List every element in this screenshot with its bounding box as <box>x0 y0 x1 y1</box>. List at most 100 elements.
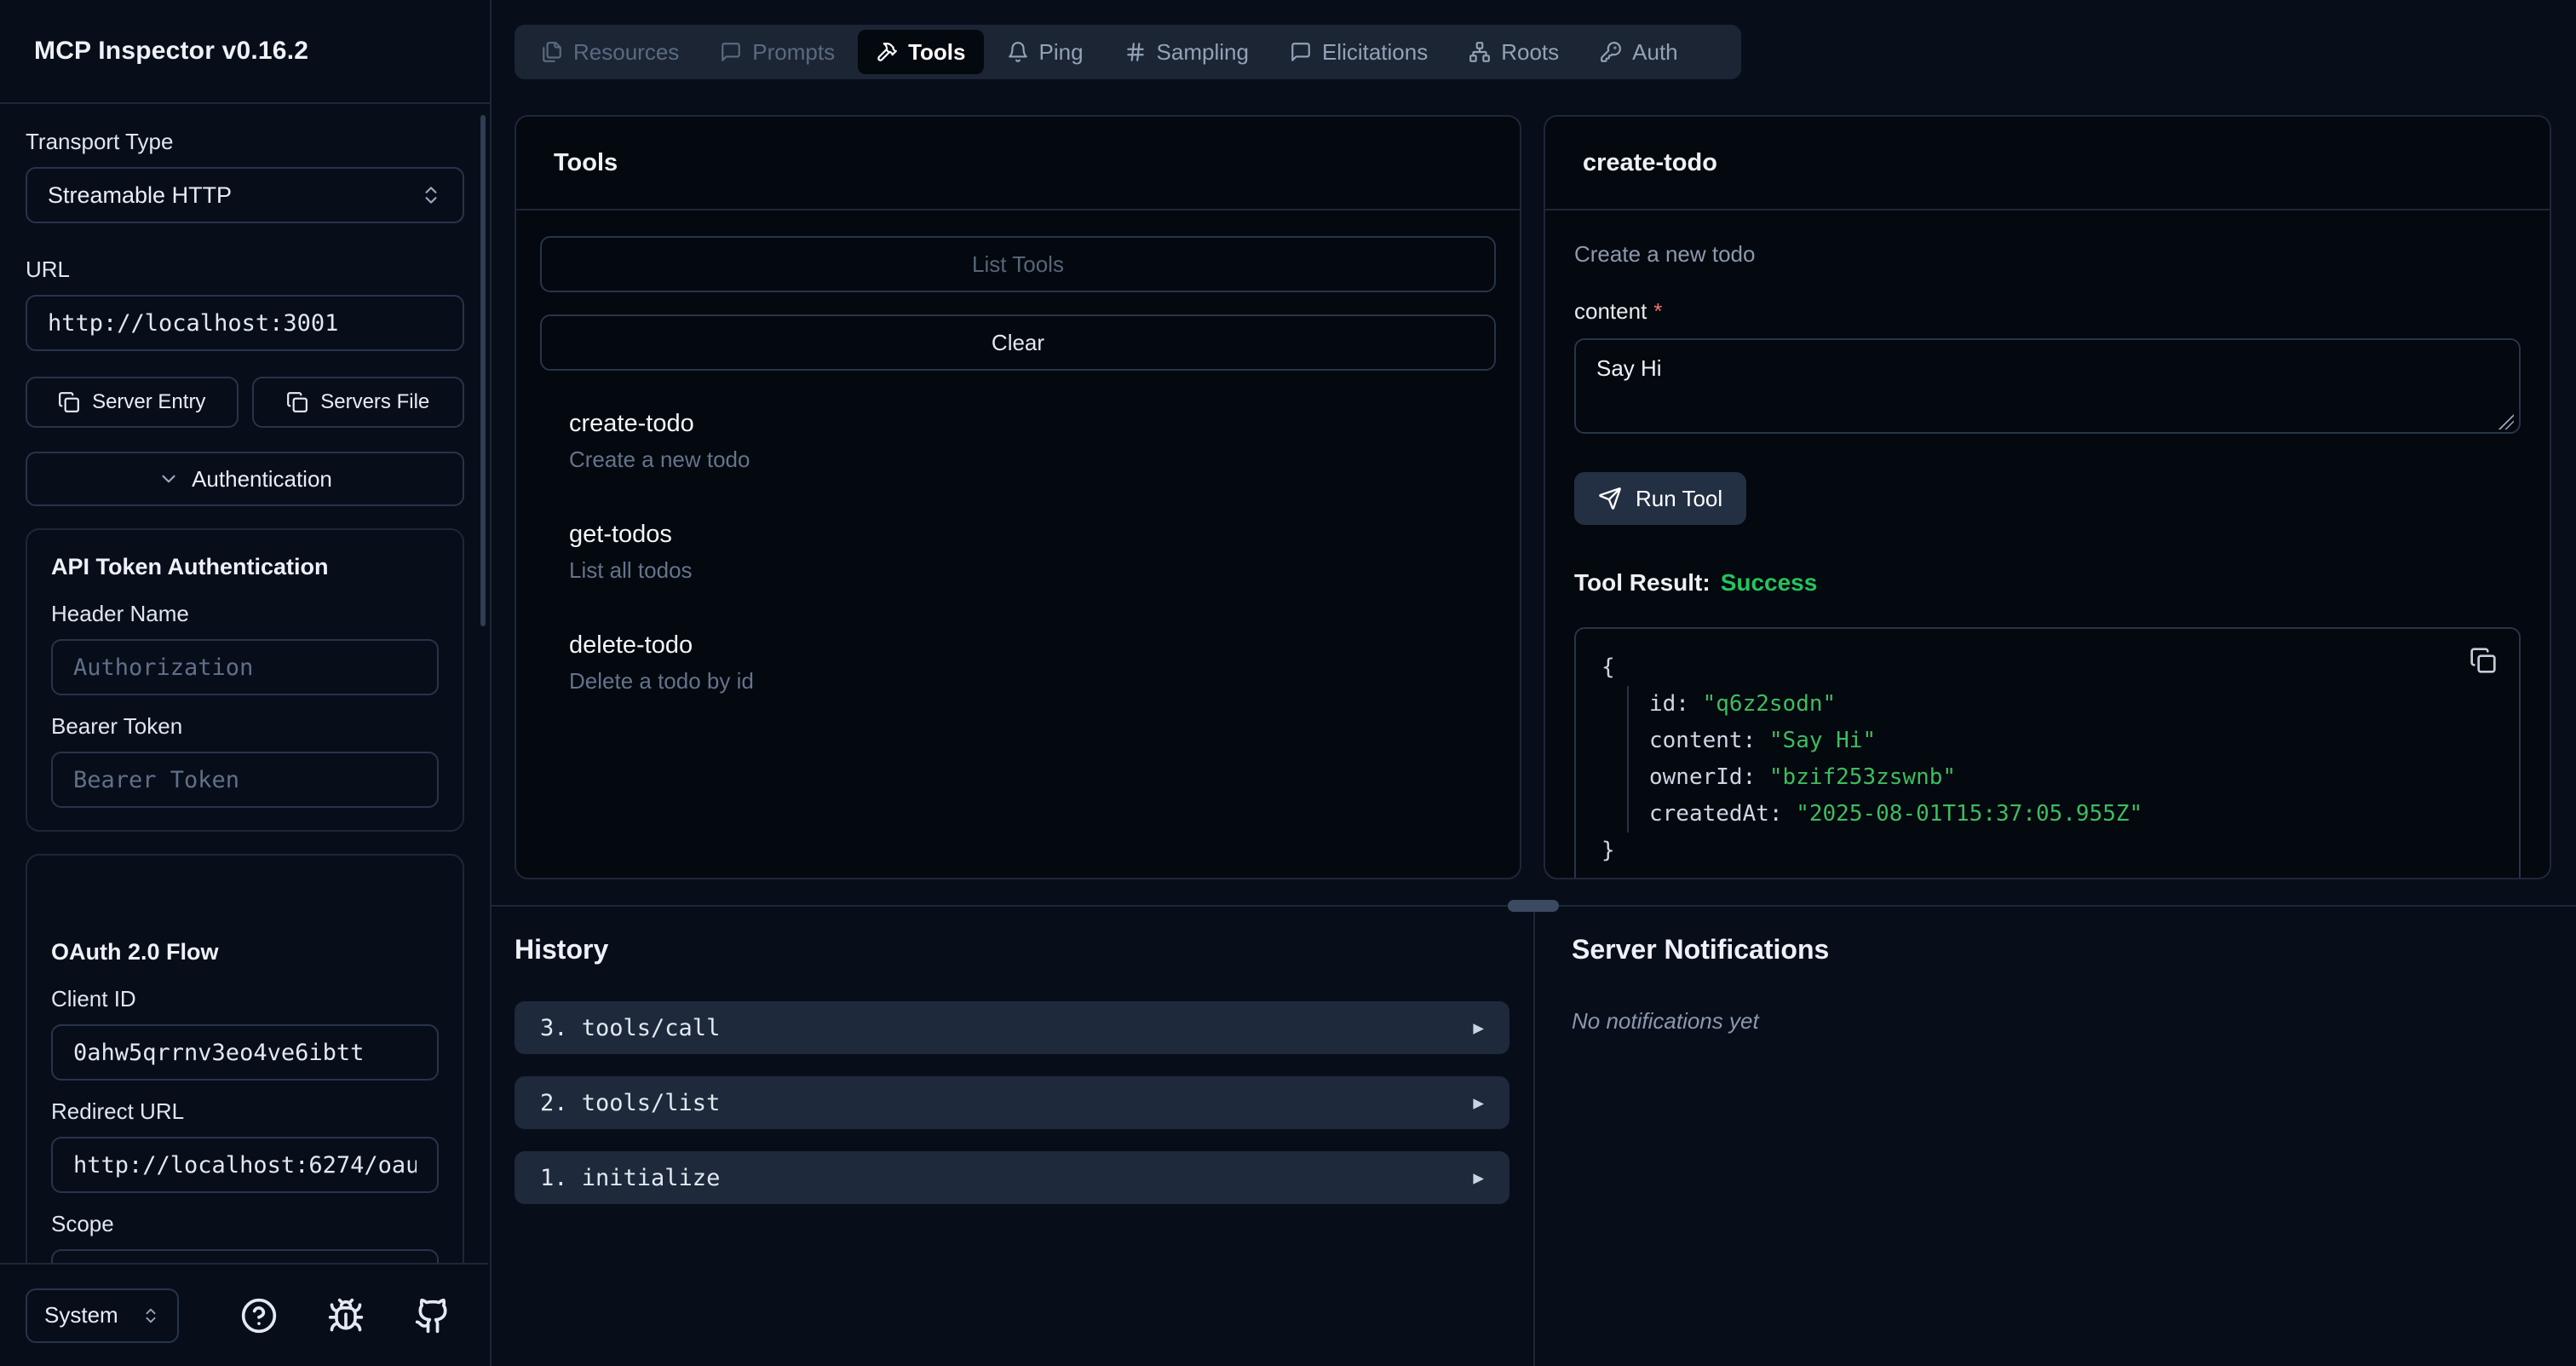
json-line: createdAt: "2025-08-01T15:37:05.955Z" <box>1649 796 2493 833</box>
theme-select[interactable]: System <box>26 1288 179 1343</box>
list-tools-button[interactable]: List Tools <box>540 236 1496 292</box>
tab-elicitations[interactable]: Elicitations <box>1272 30 1446 74</box>
chevrons-up-down-icon <box>141 1306 160 1325</box>
bell-icon <box>1007 41 1029 63</box>
copy-icon <box>58 391 80 413</box>
server-notifications-section: Server Notifications No notifications ye… <box>1572 934 1829 1035</box>
run-panel-title: create-todo <box>1545 117 2550 210</box>
hammer-icon <box>876 41 898 63</box>
run-panel-body: Create a new todo content* Say Hi Run To… <box>1545 210 2550 879</box>
json-key: content: <box>1649 728 1756 753</box>
json-key: ownerId: <box>1649 764 1756 790</box>
history-item-label: 3. tools/call <box>540 1015 720 1041</box>
history-item[interactable]: 3. tools/call ▶ <box>515 1001 1509 1054</box>
url-label: URL <box>26 256 464 283</box>
tab-label: Auth <box>1632 39 1678 66</box>
network-icon <box>1469 41 1491 63</box>
tab-label: Prompts <box>752 39 835 66</box>
oauth-title: OAuth 2.0 Flow <box>51 937 439 966</box>
tool-description: List all todos <box>569 557 1496 584</box>
api-token-card: API Token Authentication Header Name Bea… <box>26 528 464 832</box>
tools-panel: Tools List Tools Clear create-todo Creat… <box>515 115 1521 879</box>
redirect-url-input[interactable] <box>51 1137 439 1193</box>
json-value: "q6z2sodn" <box>1703 691 1837 717</box>
scope-input[interactable] <box>51 1249 439 1263</box>
redirect-url-label: Redirect URL <box>51 1098 439 1125</box>
bug-icon[interactable] <box>327 1297 365 1334</box>
client-id-label: Client ID <box>51 985 439 1012</box>
authentication-toggle[interactable]: Authentication <box>26 452 464 506</box>
copy-result-button[interactable] <box>2470 646 2498 675</box>
tab-label: Sampling <box>1157 39 1249 66</box>
expand-icon: ▶ <box>1473 1092 1484 1113</box>
url-input[interactable] <box>26 295 464 351</box>
history-item[interactable]: 2. tools/list ▶ <box>515 1076 1509 1129</box>
bearer-token-label: Bearer Token <box>51 712 439 740</box>
content-input[interactable]: Say Hi <box>1574 338 2521 434</box>
expand-icon: ▶ <box>1473 1167 1484 1188</box>
tab-roots[interactable]: Roots <box>1451 30 1577 74</box>
json-key: id: <box>1649 691 1689 717</box>
tool-name: get-todos <box>569 521 1496 549</box>
splitter-handle[interactable] <box>1508 900 1559 912</box>
json-value: "2025-08-01T15:37:05.955Z" <box>1796 801 2142 827</box>
json-close-brace: } <box>1601 833 2493 869</box>
copy-icon <box>286 391 308 413</box>
header-name-input[interactable] <box>51 639 439 695</box>
github-icon[interactable] <box>414 1297 451 1334</box>
sidebar-footer: System <box>0 1263 488 1366</box>
tab-resources[interactable]: Resources <box>523 30 697 74</box>
message-square-icon <box>1290 41 1312 63</box>
transport-type-select[interactable]: Streamable HTTP <box>26 167 464 223</box>
clear-button[interactable]: Clear <box>540 314 1496 371</box>
run-tool-label: Run Tool <box>1636 486 1722 512</box>
tools-panel-title: Tools <box>516 117 1520 210</box>
tab-auth[interactable]: Auth <box>1582 30 1696 74</box>
help-icon[interactable] <box>240 1297 278 1334</box>
send-icon <box>1598 487 1622 510</box>
json-lines: id: "q6z2sodn" content: "Say Hi" ownerId… <box>1627 686 2493 833</box>
tab-ping[interactable]: Ping <box>989 30 1101 74</box>
list-item[interactable]: get-todos List all todos <box>569 521 1496 584</box>
sidebar-scrollbar[interactable] <box>480 115 486 626</box>
files-icon <box>541 41 563 63</box>
tab-sampling[interactable]: Sampling <box>1107 30 1267 74</box>
tool-result-line: Tool Result:Success <box>1574 569 2521 597</box>
json-value: "bzif253zswnb" <box>1769 764 1956 790</box>
expand-icon: ▶ <box>1473 1017 1484 1038</box>
no-notifications-message: No notifications yet <box>1572 1008 1829 1035</box>
key-icon <box>1600 41 1622 63</box>
transport-type-value: Streamable HTTP <box>48 182 232 209</box>
tab-tools[interactable]: Tools <box>858 30 983 74</box>
run-tool-panel: create-todo Create a new todo content* S… <box>1544 115 2551 879</box>
sidebar: MCP Inspector v0.16.2 Transport Type Str… <box>0 0 492 1366</box>
bearer-token-input[interactable] <box>51 752 439 808</box>
history-item-label: 2. tools/list <box>540 1090 720 1116</box>
servers-file-label: Servers File <box>320 390 429 414</box>
client-id-input[interactable] <box>51 1024 439 1081</box>
tab-prompts[interactable]: Prompts <box>702 30 853 74</box>
required-asterisk: * <box>1653 298 1662 324</box>
json-value: "Say Hi" <box>1769 728 1876 753</box>
history-item[interactable]: 1. initialize ▶ <box>515 1151 1509 1204</box>
list-item[interactable]: create-todo Create a new todo <box>569 410 1496 473</box>
tab-label: Roots <box>1501 39 1559 66</box>
list-item[interactable]: delete-todo Delete a todo by id <box>569 631 1496 695</box>
tool-result-json: { id: "q6z2sodn" content: "Say Hi" owner… <box>1574 627 2521 879</box>
content-field-label: content* <box>1574 298 2521 325</box>
header-name-label: Header Name <box>51 600 439 627</box>
json-line: content: "Say Hi" <box>1649 723 2493 759</box>
hash-icon <box>1124 41 1147 63</box>
servers-file-button[interactable]: Servers File <box>252 377 465 428</box>
history-title: History <box>515 934 1509 965</box>
resize-handle-icon[interactable] <box>2498 414 2514 429</box>
run-tool-button[interactable]: Run Tool <box>1574 472 1746 525</box>
server-entry-button[interactable]: Server Entry <box>26 377 239 428</box>
json-key: createdAt: <box>1649 801 1783 827</box>
chevrons-up-down-icon <box>420 184 442 206</box>
history-list: 3. tools/call ▶ 2. tools/list ▶ 1. initi… <box>515 1001 1509 1204</box>
tool-description: Create a new todo <box>569 447 1496 473</box>
oauth-card: OAuth 2.0 Flow Client ID Redirect URL Sc… <box>26 854 464 1263</box>
capability-tabs: Resources Prompts Tools Ping Sampling El… <box>515 25 1741 79</box>
field-label-text: content <box>1574 298 1647 324</box>
